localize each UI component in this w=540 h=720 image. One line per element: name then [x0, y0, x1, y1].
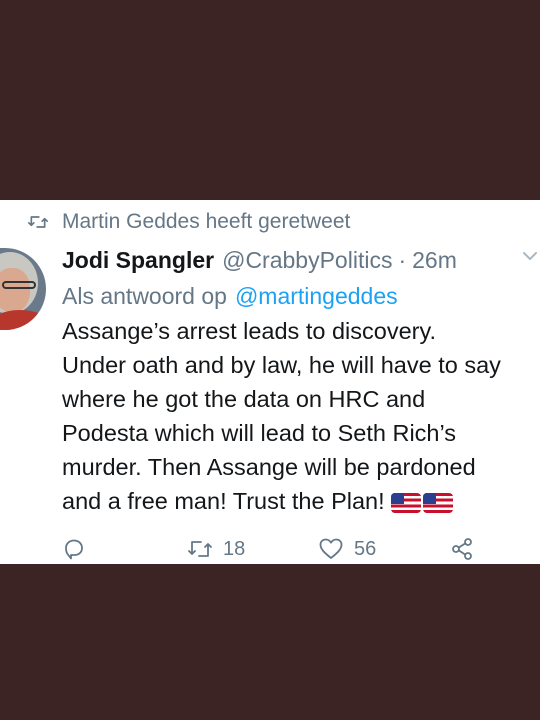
tweet-text-line: where he got the data on HRC and [62, 386, 426, 412]
user-handle[interactable]: @CrabbyPolitics [222, 247, 392, 274]
tweet-text-line: Podesta which will lead to Seth Rich’s [62, 420, 457, 446]
heart-icon [319, 538, 343, 559]
tweet-text-line: Under oath and by law, he will have to s… [62, 352, 501, 378]
avatar[interactable] [0, 248, 46, 330]
share-icon [452, 538, 472, 560]
retweet-context[interactable]: Martin Geddes heeft geretweet [28, 208, 350, 236]
retweeted-by-text: Martin Geddes heeft geretweet [62, 210, 351, 233]
tweet-text-line-final: and a free man! Trust the Plan! [62, 488, 385, 514]
tweet-text: Assange’s arrest leads to discovery. Und… [62, 314, 540, 518]
reply-context: Als antwoord op @martingeddes [62, 280, 398, 312]
retweet-icon [188, 541, 212, 557]
like-button[interactable]: 56 [318, 534, 376, 564]
us-flag-emoji [390, 492, 421, 513]
reply-mention-link[interactable]: @martingeddes [235, 283, 398, 310]
emoji-group [390, 492, 453, 513]
reply-prefix: Als antwoord op [62, 282, 227, 309]
retweet-count: 18 [223, 537, 246, 560]
chevron-down-icon[interactable] [522, 250, 538, 262]
reply-icon [65, 539, 83, 560]
timestamp[interactable]: 26m [412, 247, 457, 274]
retweet-icon [28, 216, 48, 228]
tweet-text-line: Assange’s arrest leads to discovery. [62, 318, 437, 344]
reply-button[interactable] [62, 534, 86, 564]
display-name[interactable]: Jodi Spangler [62, 247, 214, 274]
tweet-card[interactable]: Martin Geddes heeft geretweet Jodi Spang… [0, 200, 540, 564]
tweet-header: Jodi Spangler @CrabbyPolitics · 26m [62, 244, 457, 276]
us-flag-emoji [422, 492, 453, 513]
like-count: 56 [354, 537, 377, 560]
tweet-actions: 18 56 [0, 534, 540, 564]
tweet-text-line-last: and a free man! Trust the Plan! [62, 484, 540, 518]
tweet-text-line: murder. Then Assange will be pardoned [62, 454, 476, 480]
retweet-button[interactable]: 18 [187, 534, 245, 564]
separator-dot: · [398, 246, 407, 273]
share-button[interactable] [450, 534, 474, 564]
